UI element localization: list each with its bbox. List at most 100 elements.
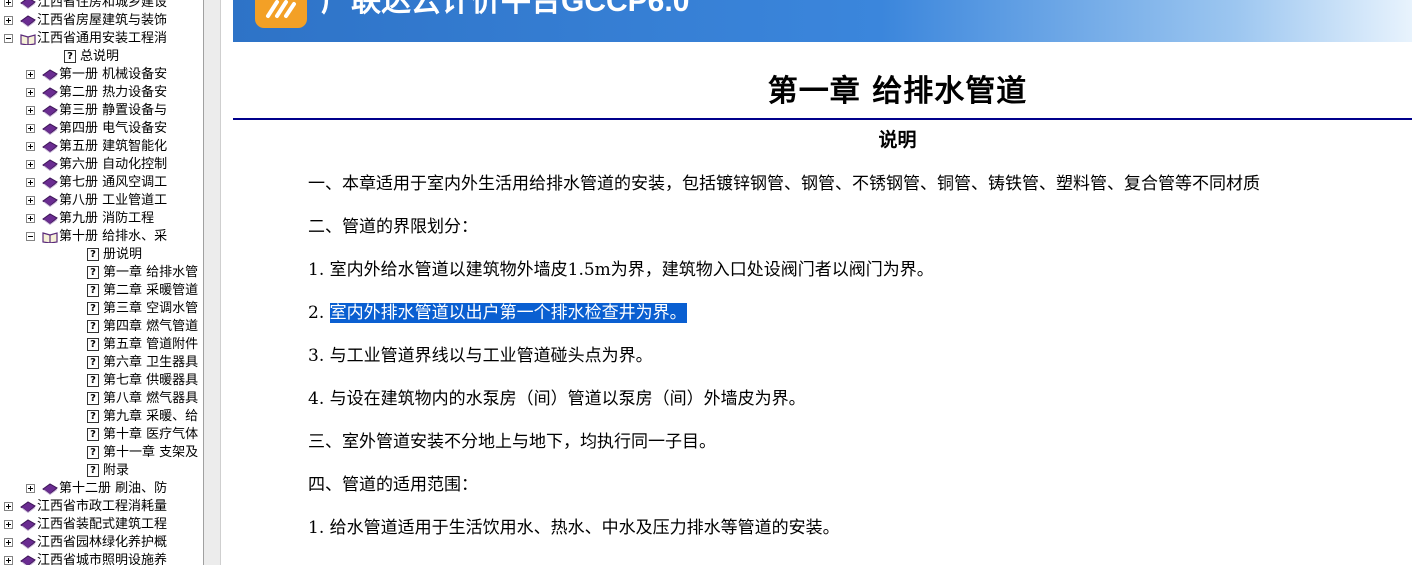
paragraph: 三、室外管道安装不分地上与地下，均执行同一子目。	[308, 432, 716, 452]
tree-item[interactable]: ? 册说明	[0, 246, 203, 264]
open-book-icon	[20, 33, 36, 46]
tree-item-label: 第六册 自动化控制	[59, 157, 168, 172]
book-icon	[42, 213, 58, 226]
collapse-icon[interactable]	[26, 232, 35, 241]
help-page-icon: ?	[87, 446, 99, 459]
section-title: 说明	[878, 129, 917, 151]
help-page-icon: ?	[87, 374, 99, 387]
help-page-icon: ?	[87, 302, 99, 315]
tree-item[interactable]: 江西省市政工程消耗量	[0, 498, 203, 516]
tree-item[interactable]: 江西省住房和城乡建设	[0, 0, 203, 12]
tree-item[interactable]: ? 第二章 采暖管道	[0, 282, 203, 300]
help-page-icon: ?	[87, 338, 99, 351]
tree-item-label: 江西省市政工程消耗量	[37, 499, 168, 514]
book-icon	[20, 0, 36, 10]
tree-item[interactable]: 第三册 静置设备与	[0, 102, 203, 120]
expand-icon[interactable]	[4, 0, 13, 7]
tree-item-label: 第五章 管道附件	[103, 337, 199, 352]
expand-icon[interactable]	[4, 16, 13, 25]
tree-item-label: 第十章 医疗气体	[103, 427, 199, 442]
tree-item[interactable]: 江西省园林绿化养护概	[0, 534, 203, 552]
tree-item[interactable]: ? 第十章 医疗气体	[0, 426, 203, 444]
tree-item[interactable]: ? 第四章 燃气管道	[0, 318, 203, 336]
tree-item[interactable]: 第四册 电气设备安	[0, 120, 203, 138]
tree-item-label: 第五册 建筑智能化	[59, 139, 168, 154]
tree-item[interactable]: 第六册 自动化控制	[0, 156, 203, 174]
tree-item-label: 第七章 供暖器具	[103, 373, 199, 388]
tree-item[interactable]: ? 第九章 采暖、给	[0, 408, 203, 426]
collapse-icon[interactable]	[4, 34, 13, 43]
expand-icon[interactable]	[26, 88, 35, 97]
tree-item-label: 第六章 卫生器具	[103, 355, 199, 370]
help-page-icon: ?	[87, 320, 99, 333]
expand-icon[interactable]	[26, 160, 35, 169]
paragraph: 1. 给水管道适用于生活饮用水、热水、中水及压力排水等管道的安装。	[308, 518, 840, 538]
expand-icon[interactable]	[26, 124, 35, 133]
tree-item[interactable]: ? 第六章 卫生器具	[0, 354, 203, 372]
tree-item[interactable]: ? 第五章 管道附件	[0, 336, 203, 354]
book-icon	[42, 123, 58, 136]
expand-icon[interactable]	[26, 70, 35, 79]
paragraph: 四、管道的适用范围：	[308, 475, 478, 495]
paragraph-prefix: 2.	[308, 303, 330, 323]
tree-item-label: 第七册 通风空调工	[59, 175, 168, 190]
tree-item[interactable]: 第五册 建筑智能化	[0, 138, 203, 156]
tree-item[interactable]: 江西省装配式建筑工程	[0, 516, 203, 534]
expand-icon[interactable]	[4, 520, 13, 529]
tree-item[interactable]: 江西省房屋建筑与装饰	[0, 12, 203, 30]
tree-item[interactable]: 第七册 通风空调工	[0, 174, 203, 192]
tree-item[interactable]: 第十册 给排水、采	[0, 228, 203, 246]
tree-item-label: 第八章 燃气器具	[103, 391, 199, 406]
tree-item[interactable]: ? 总说明	[0, 48, 203, 66]
expand-icon[interactable]	[26, 214, 35, 223]
expand-icon[interactable]	[26, 106, 35, 115]
book-icon	[20, 519, 36, 532]
help-page-icon: ?	[87, 356, 99, 369]
expand-icon[interactable]	[4, 538, 13, 547]
app-banner: 广联达云计价平台GCCP6.0	[233, 0, 1412, 42]
tree-item[interactable]: ? 第八章 燃气器具	[0, 390, 203, 408]
tree-item[interactable]: ? 第一章 给排水管	[0, 264, 203, 282]
book-icon	[42, 159, 58, 172]
book-icon	[42, 177, 58, 190]
tree-item[interactable]: 第一册 机械设备安	[0, 66, 203, 84]
pane-splitter[interactable]	[203, 0, 221, 565]
tree-item-label: 总说明	[80, 49, 120, 64]
expand-icon[interactable]	[4, 502, 13, 511]
tree-item-label: 第三章 空调水管	[103, 301, 199, 316]
selected-text[interactable]: 室内外排水管道以出户第一个排水检查井为界。	[329, 303, 687, 323]
tree-item[interactable]: 第二册 热力设备安	[0, 84, 203, 102]
tree-item[interactable]: ? 附录	[0, 462, 203, 480]
tree-item[interactable]: 江西省通用安装工程消	[0, 30, 203, 48]
paragraph: 一、本章适用于室内外生活用给排水管道的安装，包括镀锌钢管、钢管、不锈钢管、铜管、…	[308, 174, 1260, 194]
book-icon	[42, 195, 58, 208]
tree-item-label: 册说明	[103, 247, 143, 262]
tree-item[interactable]: 第八册 工业管道工	[0, 192, 203, 210]
tree-item[interactable]: 江西省城市照明设施养	[0, 552, 203, 565]
expand-icon[interactable]	[4, 556, 13, 565]
tree-item[interactable]: 第九册 消防工程	[0, 210, 203, 228]
chapter-tree[interactable]: 江西省住房和城乡建设 江西省房屋建筑与装饰 江西省通用安装工程消? 总说明 第一册 机械…	[0, 0, 203, 565]
help-page-icon: ?	[87, 392, 99, 405]
expand-icon[interactable]	[26, 178, 35, 187]
expand-icon[interactable]	[26, 484, 35, 493]
pane-gap	[221, 0, 233, 565]
tree-item-label: 江西省城市照明设施养	[37, 553, 168, 565]
tree-item[interactable]: ? 第三章 空调水管	[0, 300, 203, 318]
book-icon	[42, 105, 58, 118]
tree-item-label: 第一册 机械设备安	[59, 67, 168, 82]
book-icon	[20, 537, 36, 550]
tree-item-label: 第十二册 刷油、防	[59, 481, 168, 496]
title-divider	[233, 118, 1412, 120]
document-view[interactable]: 广联达云计价平台GCCP6.0 第一章 给排水管道 说明 一、本章适用于室内外生…	[233, 0, 1412, 565]
paragraph: 4. 与设在建筑物内的水泵房（间）管道以泵房（间）外墙皮为界。	[308, 389, 806, 409]
tree-item[interactable]: 第十二册 刷油、防	[0, 480, 203, 498]
expand-icon[interactable]	[26, 142, 35, 151]
help-page-icon: ?	[87, 428, 99, 441]
expand-icon[interactable]	[26, 196, 35, 205]
tree-item[interactable]: ? 第十一章 支架及	[0, 444, 203, 462]
tree-item-label: 第十一章 支架及	[103, 445, 199, 460]
tree-item-label: 江西省园林绿化养护概	[37, 535, 168, 550]
gcc-logo-icon	[255, 0, 307, 28]
tree-item[interactable]: ? 第七章 供暖器具	[0, 372, 203, 390]
